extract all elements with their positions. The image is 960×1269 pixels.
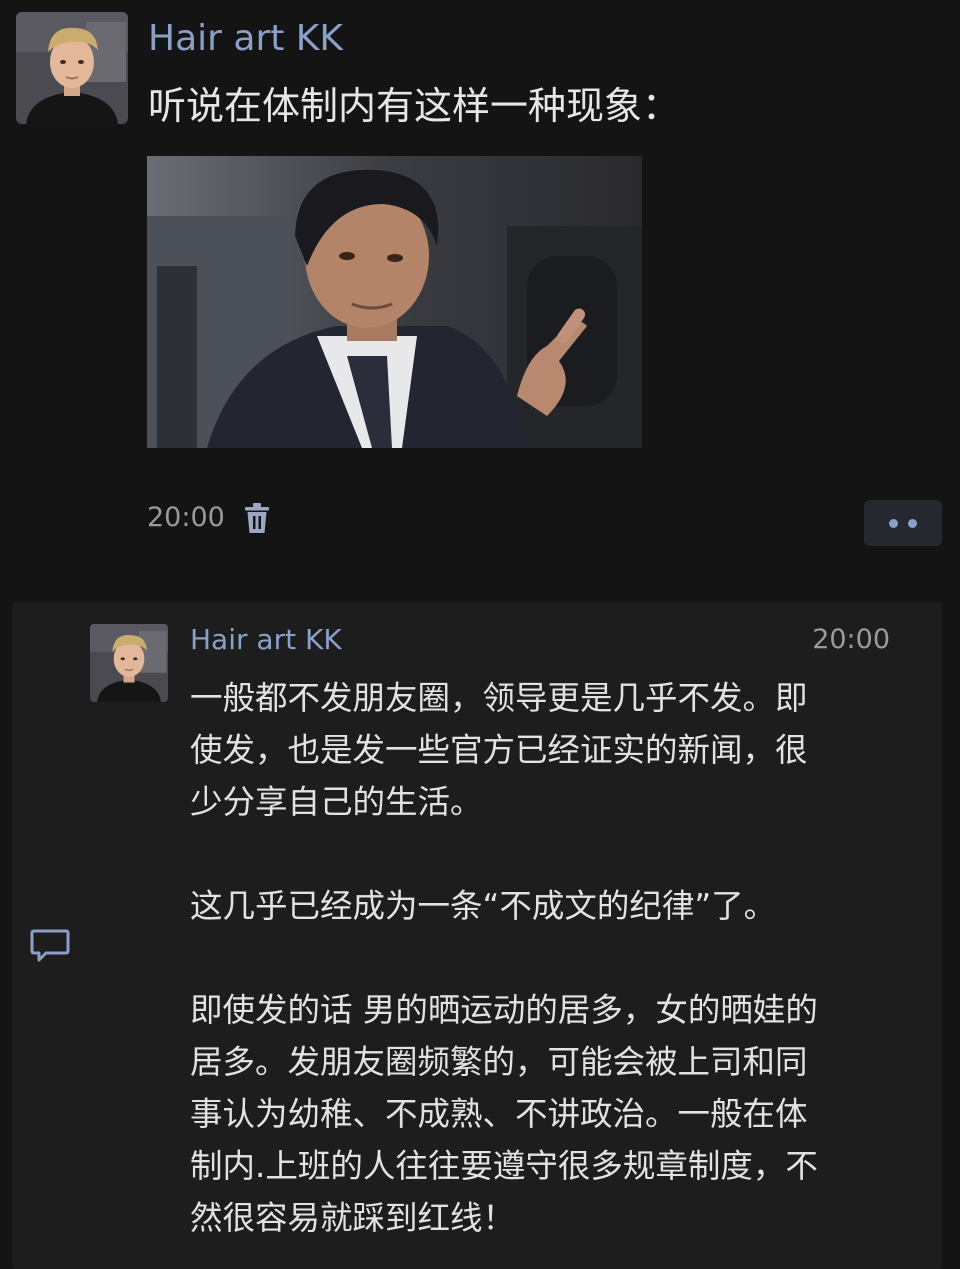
- comments-panel: Hair art KK 20:00 一般都不发朋友圈，领导更是几乎不发。即 使发…: [12, 602, 942, 1269]
- comment-line: 事认为幼稚、不成熟、不讲政治。一般在体: [190, 1095, 808, 1133]
- comment-time: 20:00: [812, 624, 890, 655]
- comment-line: 即使发的话 男的晒运动的居多，女的晒娃的: [190, 991, 818, 1029]
- comment-paragraph: 一般都不发朋友圈，领导更是几乎不发。即 使发，也是发一些官方已经证实的新闻，很 …: [190, 672, 930, 828]
- comment-line: 使发，也是发一些官方已经证实的新闻，很: [190, 731, 808, 769]
- comment-line: 制内.上班的人往往要遵守很多规章制度，不: [190, 1147, 818, 1185]
- trash-icon[interactable]: [243, 502, 271, 534]
- post-meta: 20:00: [147, 498, 271, 538]
- moments-page: Hair art KK 听说在体制内有这样一种现象： 20:00 Hair ar…: [0, 0, 960, 1269]
- more-dots-icon: [889, 518, 898, 528]
- comment-line: 一般都不发朋友圈，领导更是几乎不发。即: [190, 679, 808, 717]
- comment-text: 一般都不发朋友圈，领导更是几乎不发。即 使发，也是发一些官方已经证实的新闻，很 …: [190, 672, 930, 1244]
- comment-line: 居多。发朋友圈频繁的，可能会被上司和同: [190, 1043, 808, 1081]
- post-photo[interactable]: [147, 156, 642, 448]
- moment-post: Hair art KK 听说在体制内有这样一种现象： 20:00: [0, 0, 960, 580]
- more-actions-button[interactable]: [864, 500, 942, 546]
- comment-line: 这几乎已经成为一条“不成文的纪律”了。: [190, 887, 777, 925]
- comment-bubble-icon: [30, 928, 70, 964]
- author-avatar[interactable]: [16, 12, 128, 124]
- comment-paragraph: 这几乎已经成为一条“不成文的纪律”了。: [190, 880, 930, 932]
- comment-line: 少分享自己的生活。: [190, 783, 483, 821]
- commenter-name[interactable]: Hair art KK: [190, 620, 342, 660]
- comment-paragraph: 即使发的话 男的晒运动的居多，女的晒娃的 居多。发朋友圈频繁的，可能会被上司和同…: [190, 984, 930, 1244]
- more-dots-icon: [908, 518, 917, 528]
- post-time: 20:00: [147, 502, 225, 533]
- post-text: 听说在体制内有这样一种现象：: [148, 84, 681, 128]
- author-name[interactable]: Hair art KK: [148, 14, 343, 64]
- commenter-avatar[interactable]: [90, 624, 168, 702]
- comment-line: 然很容易就踩到红线！: [190, 1199, 516, 1237]
